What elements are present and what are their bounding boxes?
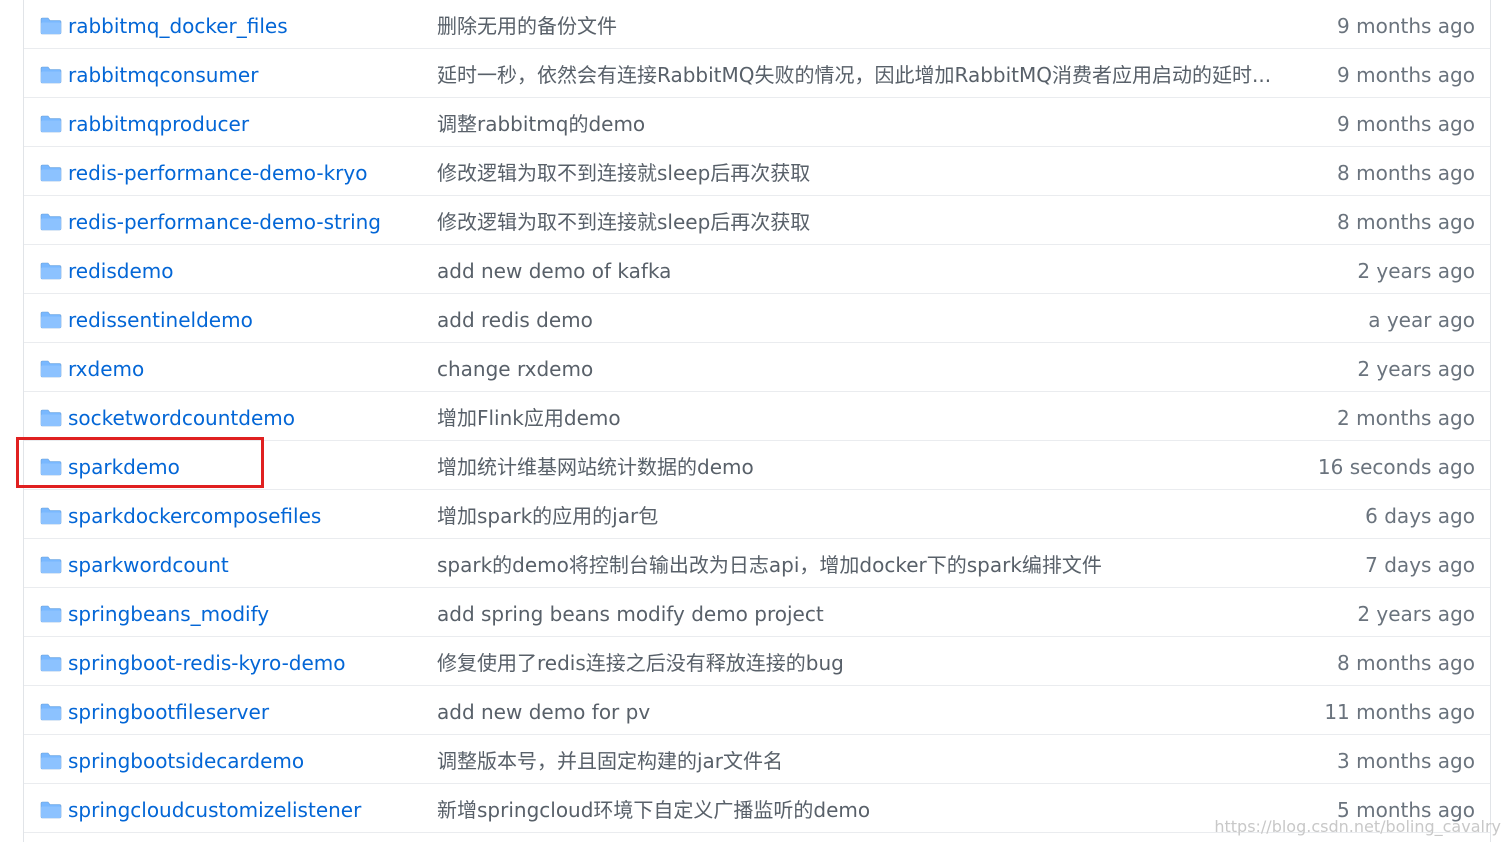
- folder-icon: [40, 556, 62, 574]
- commit-message-link[interactable]: 增加spark的应用的jar包: [437, 490, 658, 542]
- commit-age: 6 days ago: [1365, 504, 1475, 528]
- folder-icon: [40, 605, 62, 623]
- folder-link[interactable]: springbootfileserver: [68, 686, 269, 738]
- folder-icon: [40, 360, 62, 378]
- file-row[interactable]: springbootfileserver add new demo for pv 1…: [24, 686, 1490, 735]
- folder-link[interactable]: rabbitmqproducer: [68, 98, 249, 150]
- commit-message-link[interactable]: 增加Flink应用demo: [437, 392, 621, 444]
- commit-message-link[interactable]: add redis demo: [437, 294, 593, 346]
- folder-icon: [40, 752, 62, 770]
- commit-age: 3 months ago: [1337, 749, 1475, 773]
- commit-message-link[interactable]: 修改逻辑为取不到连接就sleep后再次获取: [437, 147, 810, 199]
- folder-link[interactable]: redissentineldemo: [68, 294, 253, 346]
- commit-age: 16 seconds ago: [1317, 455, 1475, 479]
- folder-link[interactable]: rabbitmq_docker_files: [68, 0, 288, 52]
- commit-age: 2 years ago: [1357, 357, 1475, 381]
- commit-message-link[interactable]: change rxdemo: [437, 343, 593, 395]
- commit-age: 9 months ago: [1337, 112, 1475, 136]
- commit-age: 7 days ago: [1365, 553, 1475, 577]
- folder-link[interactable]: springbeans_modify: [68, 588, 269, 640]
- folder-icon: [40, 115, 62, 133]
- file-row[interactable]: springboot-redis-kyro-demo 修复使用了redis连接之后…: [24, 637, 1490, 686]
- commit-age: 2 years ago: [1357, 259, 1475, 283]
- commit-age: 2 months ago: [1337, 406, 1475, 430]
- folder-link[interactable]: sparkwordcount: [68, 539, 229, 591]
- file-row[interactable]: redisdemo add new demo of kafka 2 years ag…: [24, 245, 1490, 294]
- folder-icon: [40, 654, 62, 672]
- commit-age: 2 years ago: [1357, 602, 1475, 626]
- file-row[interactable]: sparkwordcount spark的demo将控制台输出改为日志api，增加…: [24, 539, 1490, 588]
- file-list-table: rabbitmq_docker_files 删除无用的备份文件 9 months a…: [23, 0, 1491, 842]
- folder-icon: [40, 801, 62, 819]
- folder-link[interactable]: springcloudcustomizelistener: [68, 784, 361, 836]
- watermark: https://blog.csdn.net/boling_cavalry: [1214, 817, 1501, 836]
- file-row[interactable]: springbeans_modify add spring beans modif…: [24, 588, 1490, 637]
- folder-icon: [40, 409, 62, 427]
- folder-link[interactable]: sparkdemo: [68, 441, 180, 493]
- folder-icon: [40, 164, 62, 182]
- file-row[interactable]: rabbitmqconsumer 延时一秒，依然会有连接RabbitMQ失败的情况…: [24, 49, 1490, 98]
- file-row[interactable]: redissentineldemo add redis demo a year ag…: [24, 294, 1490, 343]
- folder-link[interactable]: redisdemo: [68, 245, 173, 297]
- commit-age: 9 months ago: [1337, 63, 1475, 87]
- folder-link[interactable]: redis-performance-demo-kryo: [68, 147, 367, 199]
- folder-icon: [40, 507, 62, 525]
- commit-message-link[interactable]: add spring beans modify demo project: [437, 588, 824, 640]
- commit-message-link[interactable]: add new demo of kafka: [437, 245, 671, 297]
- file-row[interactable]: socketwordcountdemo 增加Flink应用demo 2 months…: [24, 392, 1490, 441]
- folder-link[interactable]: redis-performance-demo-string: [68, 196, 381, 248]
- folder-link[interactable]: rxdemo: [68, 343, 144, 395]
- commit-message-link[interactable]: 延时一秒，依然会有连接RabbitMQ失败的情况，因此增加RabbitMQ消费者…: [437, 49, 1271, 101]
- commit-age: 8 months ago: [1337, 651, 1475, 675]
- folder-icon: [40, 262, 62, 280]
- file-row[interactable]: redis-performance-demo-string 修改逻辑为取不到连接就…: [24, 196, 1490, 245]
- folder-link[interactable]: springboot-redis-kyro-demo: [68, 637, 346, 689]
- commit-message-link[interactable]: 修复使用了redis连接之后没有释放连接的bug: [437, 637, 844, 689]
- folder-icon: [40, 458, 62, 476]
- folder-icon: [40, 311, 62, 329]
- commit-message-link[interactable]: 删除无用的备份文件: [437, 0, 617, 52]
- file-row[interactable]: rabbitmq_docker_files 删除无用的备份文件 9 months a…: [24, 0, 1490, 49]
- folder-icon: [40, 66, 62, 84]
- file-row[interactable]: rabbitmqproducer 调整rabbitmq的demo 9 months …: [24, 98, 1490, 147]
- commit-message-link[interactable]: 修改逻辑为取不到连接就sleep后再次获取: [437, 196, 810, 248]
- commit-age: 8 months ago: [1337, 161, 1475, 185]
- folder-icon: [40, 703, 62, 721]
- commit-message-link[interactable]: 调整rabbitmq的demo: [437, 98, 645, 150]
- folder-icon: [40, 213, 62, 231]
- file-row[interactable]: sparkdockercomposefiles 增加spark的应用的jar包 6 …: [24, 490, 1490, 539]
- commit-message-link[interactable]: 新增springcloud环境下自定义广播监听的demo: [437, 784, 870, 836]
- commit-message-link[interactable]: spark的demo将控制台输出改为日志api，增加docker下的spark编…: [437, 539, 1102, 591]
- folder-link[interactable]: socketwordcountdemo: [68, 392, 295, 444]
- commit-message-link[interactable]: 调整版本号，并且固定构建的jar文件名: [437, 735, 783, 787]
- file-row[interactable]: springbootsidecardemo 调整版本号，并且固定构建的jar文件名…: [24, 735, 1490, 784]
- folder-link[interactable]: rabbitmqconsumer: [68, 49, 258, 101]
- commit-age: 8 months ago: [1337, 210, 1475, 234]
- folder-link[interactable]: springbootsidecardemo: [68, 735, 304, 787]
- commit-message-link[interactable]: add new demo for pv: [437, 686, 650, 738]
- file-row[interactable]: sparkdemo 增加统计维基网站统计数据的demo 16 seconds ago: [24, 441, 1490, 490]
- commit-age: 9 months ago: [1337, 14, 1475, 38]
- commit-age: 11 months ago: [1324, 700, 1475, 724]
- commit-age: a year ago: [1368, 308, 1475, 332]
- commit-message-link[interactable]: 增加统计维基网站统计数据的demo: [437, 441, 754, 493]
- file-row[interactable]: redis-performance-demo-kryo 修改逻辑为取不到连接就sl…: [24, 147, 1490, 196]
- folder-icon: [40, 17, 62, 35]
- file-row[interactable]: rxdemo change rxdemo 2 years ago: [24, 343, 1490, 392]
- folder-link[interactable]: sparkdockercomposefiles: [68, 490, 321, 542]
